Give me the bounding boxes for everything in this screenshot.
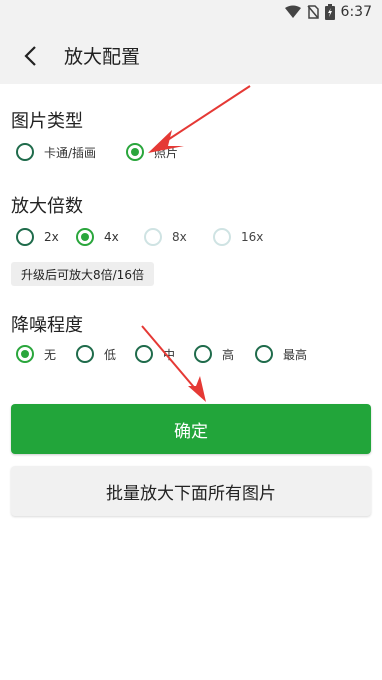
radio-medium[interactable]: 中 — [135, 345, 194, 363]
confirm-button[interactable]: 确定 — [11, 404, 371, 454]
chevron-left-icon — [24, 46, 36, 66]
radio-highest[interactable]: 最高 — [255, 345, 307, 363]
radio-photo[interactable]: 照片 — [126, 143, 178, 161]
image-type-options: 卡通/插画 照片 — [16, 143, 178, 161]
radio-circle[interactable] — [194, 345, 212, 363]
radio-circle[interactable] — [76, 228, 94, 246]
radio-circle[interactable] — [76, 345, 94, 363]
upgrade-chip[interactable]: 升级后可放大8倍/16倍 — [11, 262, 154, 286]
radio-circle[interactable] — [213, 228, 231, 246]
radio-circle[interactable] — [16, 345, 34, 363]
no-sim-icon — [306, 5, 319, 19]
radio-label: 中 — [163, 347, 176, 362]
page-title: 放大配置 — [64, 46, 141, 68]
denoise-options: 无 低 中 高 最高 — [16, 345, 307, 363]
annotation-arrowhead-confirm — [188, 376, 206, 402]
radio-label: 8x — [172, 230, 187, 244]
radio-circle[interactable] — [16, 228, 34, 246]
scale-options: 2x 4x 8x 16x — [16, 228, 263, 246]
radio-label: 最高 — [283, 347, 308, 362]
status-icons: 6:37 — [284, 4, 372, 20]
radio-label: 卡通/插画 — [44, 145, 97, 160]
app-bar: 放大配置 — [0, 26, 382, 84]
radio-high[interactable]: 高 — [194, 345, 255, 363]
radio-none[interactable]: 无 — [16, 345, 76, 363]
image-type-title: 图片类型 — [11, 111, 83, 132]
annotation-arrows — [141, 85, 251, 402]
radio-label: 无 — [44, 347, 57, 362]
denoise-title: 降噪程度 — [11, 315, 83, 336]
wifi-icon — [284, 5, 301, 18]
back-button[interactable] — [14, 40, 46, 72]
radio-4x[interactable]: 4x — [76, 228, 144, 246]
radio-circle[interactable] — [144, 228, 162, 246]
radio-low[interactable]: 低 — [76, 345, 135, 363]
radio-circle[interactable] — [16, 143, 34, 161]
radio-label: 低 — [104, 347, 117, 362]
radio-label: 2x — [44, 230, 59, 244]
battery-charging-icon — [324, 4, 335, 20]
status-bar: 6:37 — [0, 0, 382, 26]
status-time: 6:37 — [340, 4, 372, 20]
radio-16x[interactable]: 16x — [213, 228, 263, 246]
radio-label: 16x — [241, 230, 264, 244]
radio-circle[interactable] — [135, 345, 153, 363]
radio-label: 4x — [104, 230, 119, 244]
annotation-arrow-photo — [159, 85, 251, 146]
scale-title: 放大倍数 — [11, 196, 83, 217]
radio-cartoon[interactable]: 卡通/插画 — [16, 143, 96, 161]
radio-circle[interactable] — [255, 345, 273, 363]
radio-label: 高 — [222, 347, 235, 362]
radio-8x[interactable]: 8x — [144, 228, 213, 246]
radio-2x[interactable]: 2x — [16, 228, 76, 246]
batch-enlarge-button[interactable]: 批量放大下面所有图片 — [11, 466, 371, 516]
radio-label: 照片 — [154, 145, 179, 160]
radio-circle[interactable] — [126, 143, 145, 161]
